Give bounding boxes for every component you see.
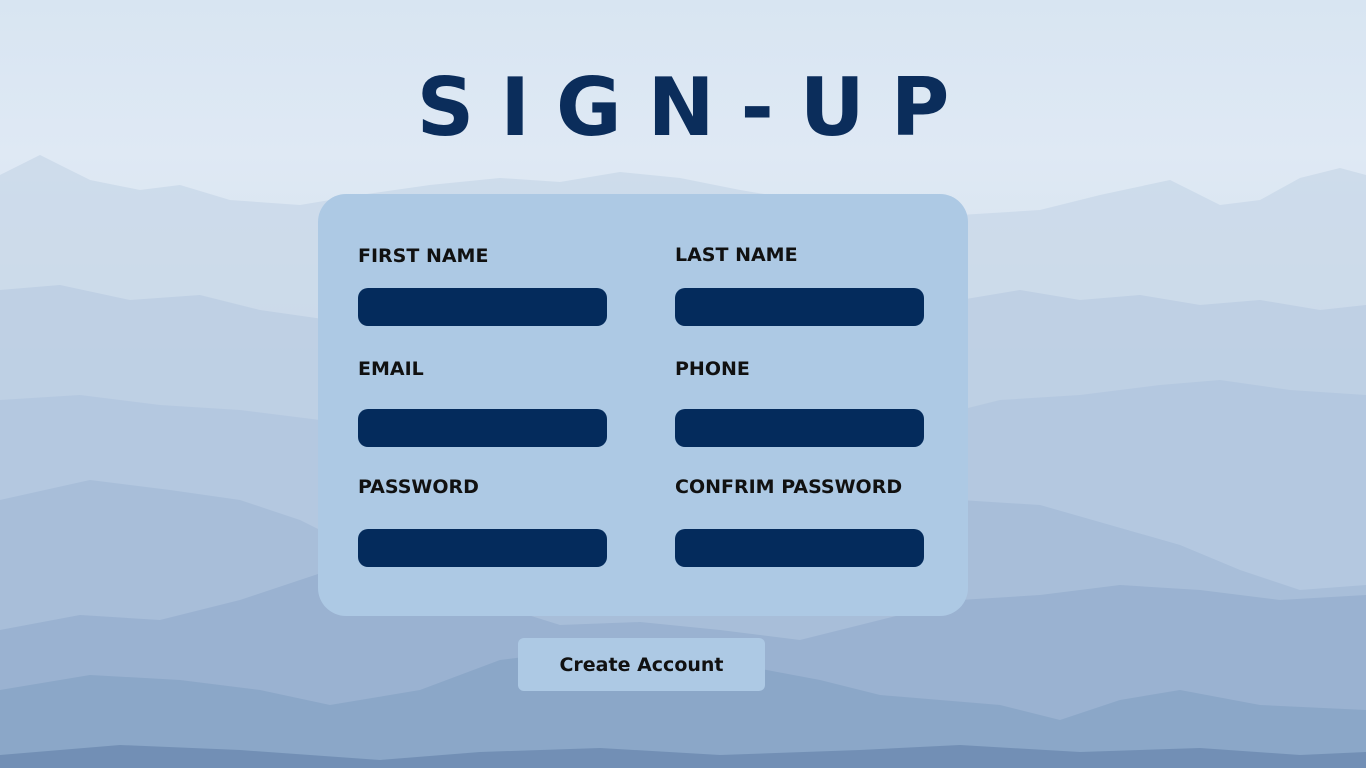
- phone-input[interactable]: [675, 409, 924, 447]
- last-name-label: LAST NAME: [675, 244, 798, 266]
- confirm-password-input[interactable]: [675, 529, 924, 567]
- create-account-button[interactable]: Create Account: [518, 638, 765, 691]
- signup-page: SIGN-UP FIRST NAME LAST NAME EMAIL PHONE…: [0, 0, 1366, 768]
- confirm-password-label: CONFRIM PASSWORD: [675, 476, 903, 498]
- last-name-input[interactable]: [675, 288, 924, 326]
- first-name-label: FIRST NAME: [358, 245, 489, 267]
- phone-label: PHONE: [675, 358, 750, 380]
- page-title: SIGN-UP: [416, 61, 976, 154]
- first-name-input[interactable]: [358, 288, 607, 326]
- password-label: PASSWORD: [358, 476, 479, 498]
- password-input[interactable]: [358, 529, 607, 567]
- email-label: EMAIL: [358, 358, 424, 380]
- email-input[interactable]: [358, 409, 607, 447]
- signup-form-card: FIRST NAME LAST NAME EMAIL PHONE PASSWOR…: [318, 194, 968, 616]
